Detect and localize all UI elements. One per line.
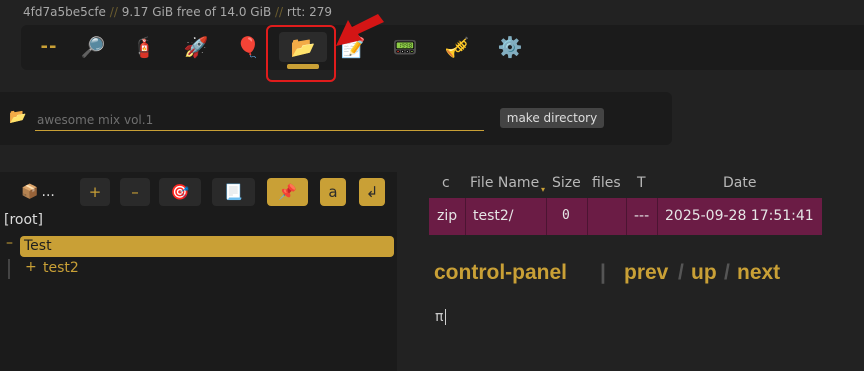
host-id: 4fd7a5be5cfe bbox=[23, 5, 106, 19]
bup-icon[interactable]: 🎈 bbox=[228, 32, 268, 62]
tree-options-button[interactable]: 📦 ... bbox=[11, 178, 65, 206]
column-divider bbox=[546, 198, 547, 235]
ellipsis-label: ... bbox=[41, 184, 55, 200]
expand-all-button[interactable]: + bbox=[80, 178, 110, 206]
collapse-all-button[interactable]: – bbox=[120, 178, 150, 206]
pin-icon[interactable]: 📌 bbox=[267, 178, 308, 206]
column-header-filename[interactable]: File Name bbox=[470, 175, 539, 191]
next-link[interactable]: next bbox=[737, 261, 780, 285]
pointer-arrow-icon bbox=[336, 14, 384, 46]
mkdir-panel: 📂 make directory bbox=[0, 92, 672, 145]
column-header-c[interactable]: c bbox=[442, 175, 450, 191]
prev-link[interactable]: prev bbox=[624, 261, 668, 285]
make-directory-button[interactable]: make directory bbox=[500, 108, 604, 128]
cell-t: --- bbox=[634, 208, 650, 224]
cell-c[interactable]: zip bbox=[437, 208, 457, 224]
status-line: 4fd7a5be5cfe // 9.17 GiB free of 14.0 Gi… bbox=[23, 5, 332, 19]
disk-free: 9.17 GiB free of 14.0 GiB bbox=[121, 5, 272, 19]
status-separator: // bbox=[109, 5, 118, 19]
column-divider bbox=[626, 198, 627, 235]
msg-icon[interactable]: 📟 bbox=[385, 32, 425, 62]
status-separator: // bbox=[275, 5, 284, 19]
column-divider bbox=[587, 198, 588, 235]
a-button[interactable]: a bbox=[320, 178, 346, 206]
nav-separator: | bbox=[600, 261, 606, 284]
cell-size: 0 bbox=[562, 208, 570, 223]
rtt: rtt: 279 bbox=[286, 5, 333, 19]
search-icon[interactable]: 🔎 bbox=[73, 32, 113, 62]
column-header-date[interactable]: Date bbox=[723, 175, 756, 191]
package-icon: 📦 bbox=[21, 184, 39, 200]
document-text[interactable]: π bbox=[435, 309, 443, 325]
text-cursor bbox=[445, 309, 446, 325]
column-header-t[interactable]: T bbox=[637, 175, 646, 191]
expand-toggle[interactable]: + bbox=[25, 259, 37, 275]
ops-toggle-button[interactable]: -- bbox=[29, 32, 69, 62]
tree-root-link[interactable]: [root] bbox=[4, 212, 43, 228]
control-panel-link[interactable]: control-panel bbox=[434, 261, 567, 285]
tree-item-selected[interactable]: Test bbox=[20, 236, 394, 257]
upload-icon[interactable]: 🚀 bbox=[176, 32, 216, 62]
document-icon[interactable]: 📃 bbox=[212, 178, 255, 206]
enter-icon[interactable]: ↲ bbox=[359, 178, 385, 206]
tree-pane: 📦 ... + – 🎯 📃 📌 a ↲ [root] – Test + test… bbox=[0, 172, 397, 371]
table-row[interactable]: zip test2/ 0 --- 2025-09-28 17:51:41 bbox=[429, 198, 822, 235]
column-divider bbox=[465, 198, 466, 235]
unpost-icon[interactable]: 🧯 bbox=[124, 32, 164, 62]
target-icon[interactable]: 🎯 bbox=[159, 178, 201, 206]
directory-name-input[interactable] bbox=[35, 109, 484, 131]
cell-date: 2025-09-28 17:51:41 bbox=[665, 208, 814, 224]
column-divider bbox=[657, 198, 658, 235]
tree-toolbar: 📦 ... + – 🎯 📃 📌 a ↲ bbox=[0, 172, 397, 210]
mkdir-folder-icon[interactable]: 📂 bbox=[279, 32, 327, 69]
column-header-files[interactable]: files bbox=[592, 175, 621, 191]
player-icon[interactable]: 🎺 bbox=[437, 32, 477, 62]
up-link[interactable]: up bbox=[691, 261, 717, 285]
nav-slash: / bbox=[724, 261, 730, 284]
collapse-toggle[interactable]: – bbox=[6, 235, 13, 251]
settings-icon[interactable]: ⚙️ bbox=[490, 32, 530, 62]
cell-filename[interactable]: test2/ bbox=[473, 208, 514, 224]
ops-bar: -- 🔎 🧯 🚀 🎈 📂 📝 📟 🎺 ⚙️ bbox=[21, 25, 864, 70]
nav-slash: / bbox=[678, 261, 684, 284]
sort-indicator-icon: ▾ bbox=[541, 185, 546, 194]
tree-item-test2[interactable]: test2 bbox=[43, 260, 79, 276]
tree-guide-line bbox=[8, 259, 10, 279]
column-header-size[interactable]: Size bbox=[552, 175, 581, 191]
folder-icon: 📂 bbox=[9, 109, 27, 125]
